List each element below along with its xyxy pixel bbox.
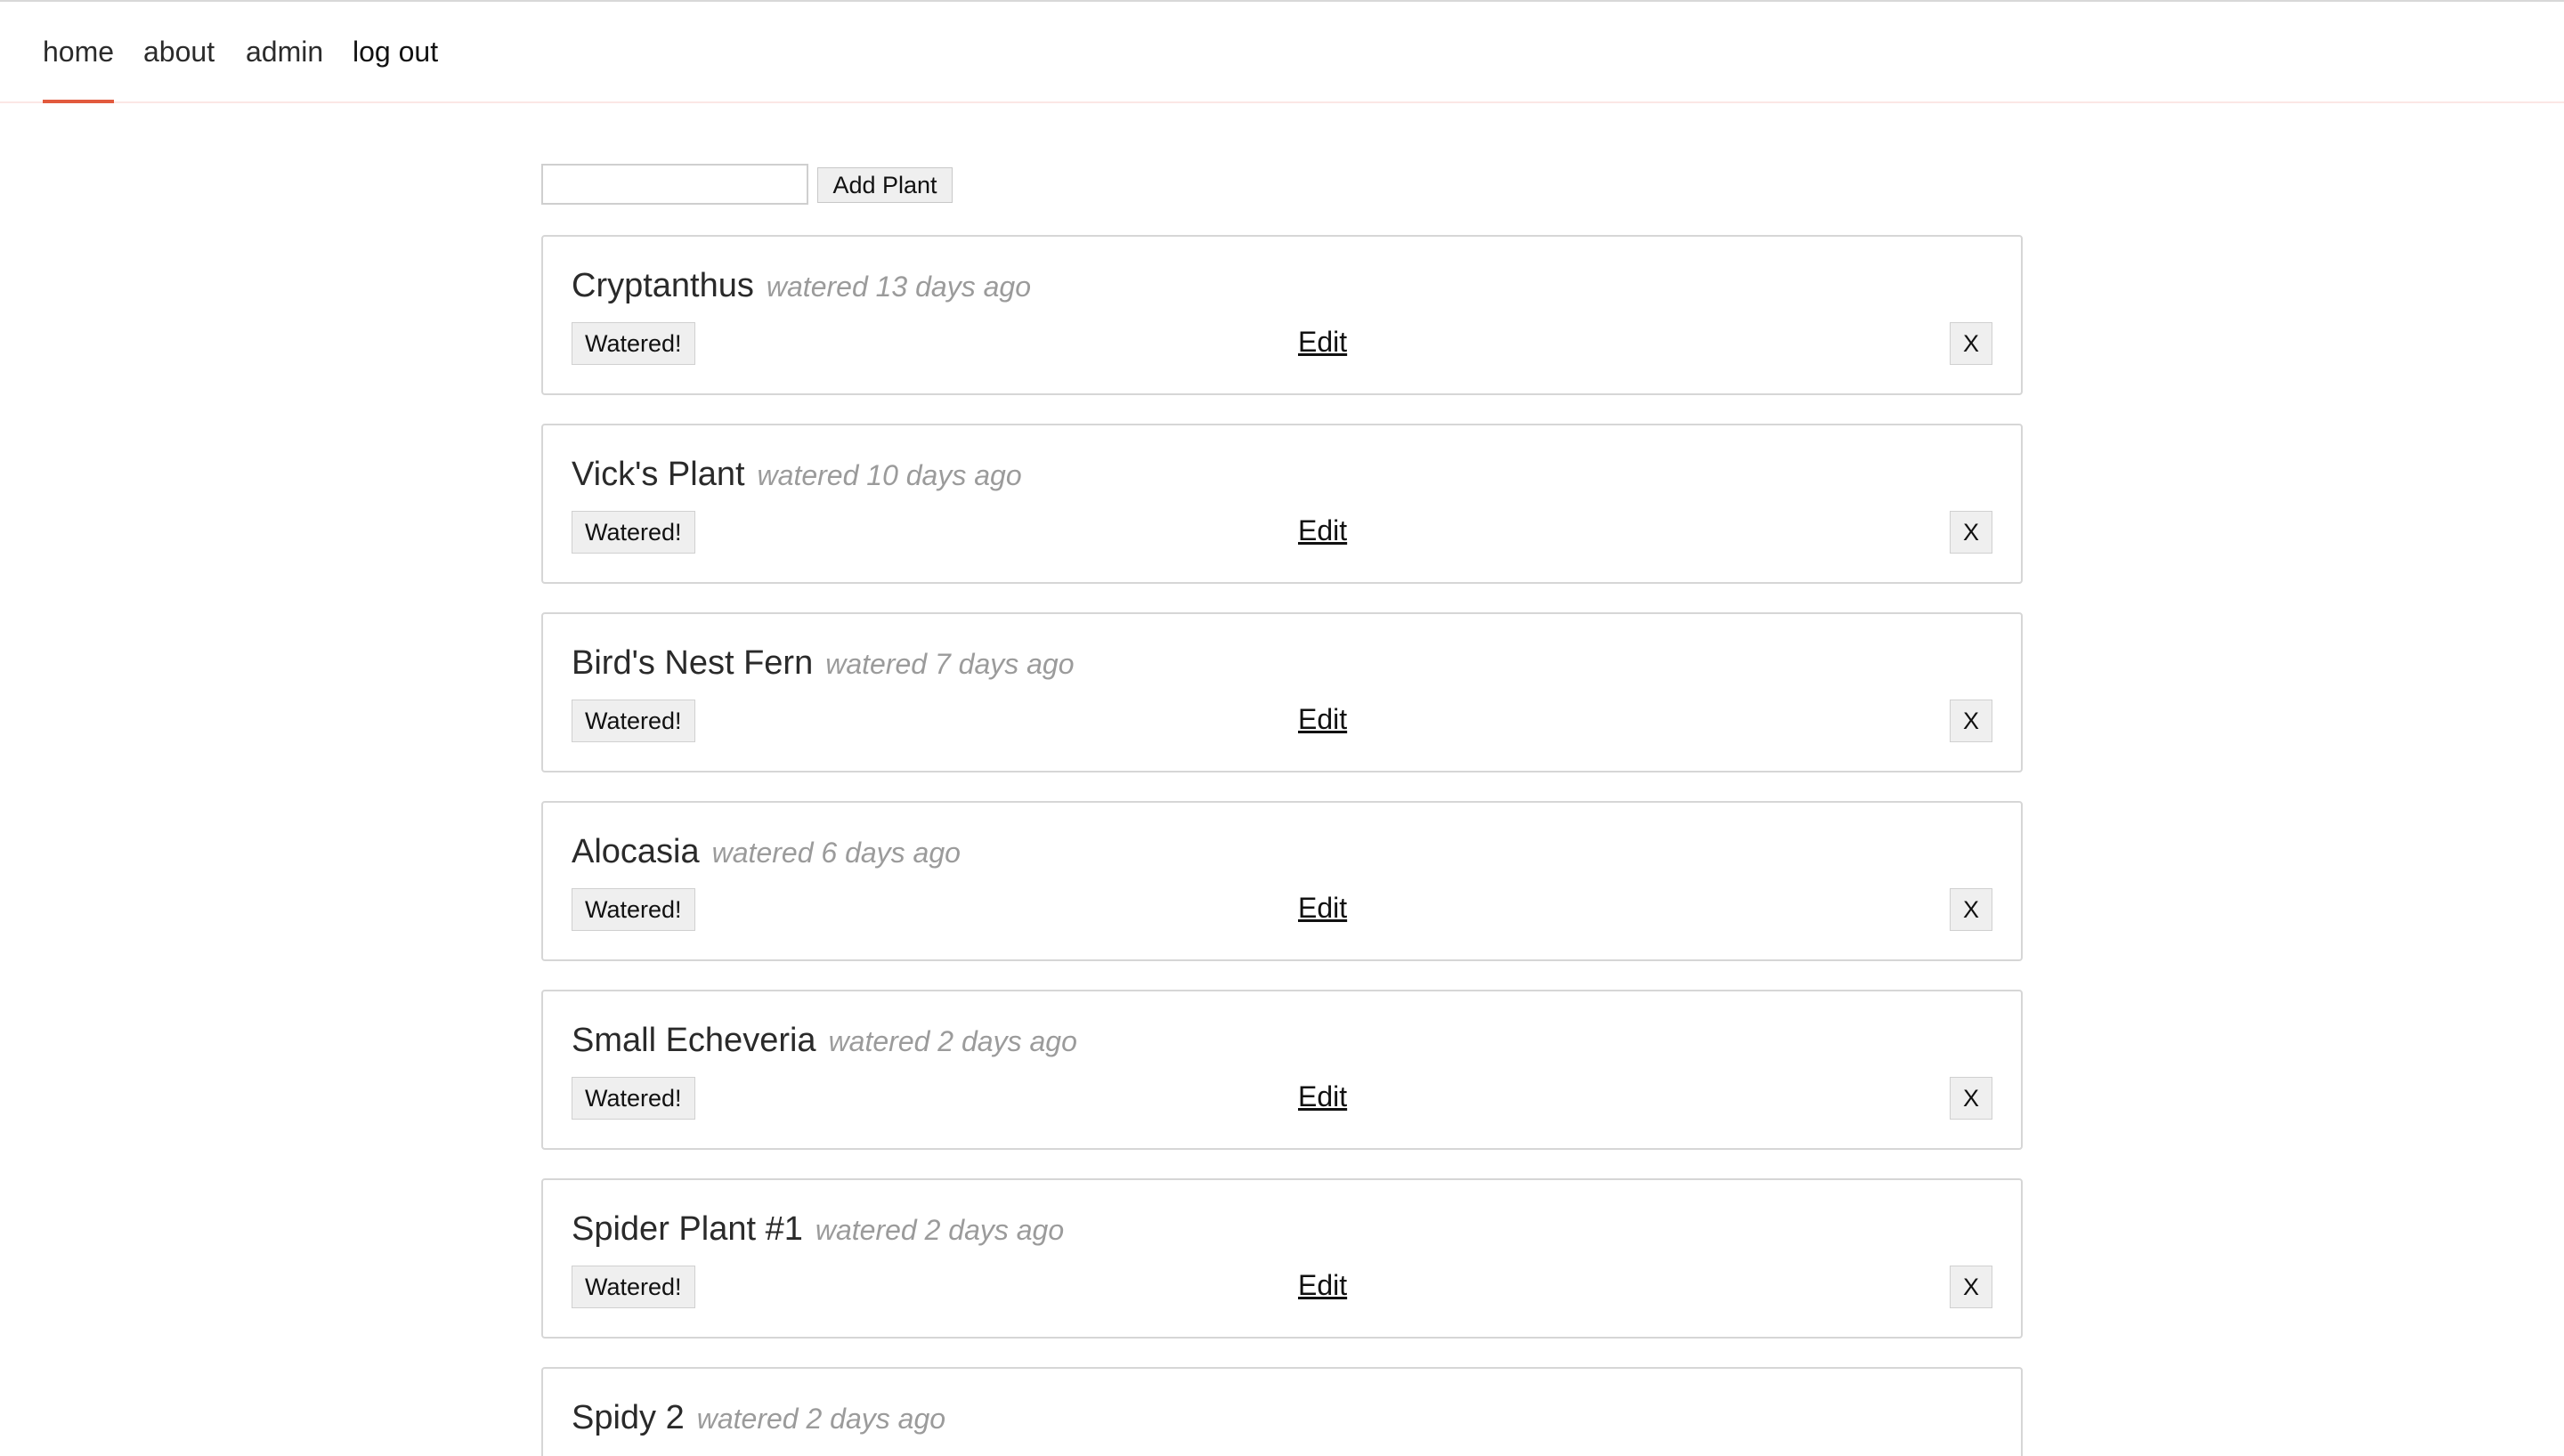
- watered-ago-text: watered 7 days ago: [825, 648, 1075, 680]
- watered-button[interactable]: Watered!: [572, 700, 695, 742]
- top-nav: home about admin log out: [0, 2, 2564, 103]
- delete-button[interactable]: X: [1950, 700, 1992, 742]
- delete-button[interactable]: X: [1950, 1266, 1992, 1308]
- delete-button[interactable]: X: [1950, 511, 1992, 554]
- plant-card: Alocasia watered 6 days ago Watered! Edit…: [541, 801, 2023, 961]
- edit-link[interactable]: Edit: [1298, 892, 1347, 925]
- watered-ago-text: watered 2 days ago: [828, 1025, 1077, 1057]
- plant-name: Alocasia: [572, 833, 700, 870]
- plant-name: Small Echeveria: [572, 1022, 816, 1059]
- plant-name: Cryptanthus: [572, 267, 754, 304]
- plant-list: Cryptanthus watered 13 days ago Watered! …: [541, 235, 2023, 1456]
- delete-button[interactable]: X: [1950, 322, 1992, 365]
- plant-card: Vick's Plant watered 10 days ago Watered!…: [541, 424, 2023, 584]
- delete-button[interactable]: X: [1950, 1077, 1992, 1120]
- plant-name: Bird's Nest Fern: [572, 644, 814, 682]
- add-plant-button[interactable]: Add Plant: [817, 167, 953, 203]
- edit-link[interactable]: Edit: [1298, 514, 1347, 547]
- watered-button[interactable]: Watered!: [572, 888, 695, 931]
- plant-card: Cryptanthus watered 13 days ago Watered! …: [541, 235, 2023, 395]
- nav-item-home[interactable]: home: [43, 2, 115, 103]
- watered-button[interactable]: Watered!: [572, 1077, 695, 1120]
- watered-ago-text: watered 6 days ago: [711, 837, 961, 869]
- plant-card: Spidy 2 watered 2 days ago: [541, 1367, 2023, 1456]
- delete-button[interactable]: X: [1950, 888, 1992, 931]
- plant-name: Spider Plant #1: [572, 1210, 803, 1248]
- plant-name: Vick's Plant: [572, 456, 745, 493]
- watered-ago-text: watered 10 days ago: [757, 459, 1022, 491]
- edit-link[interactable]: Edit: [1298, 1080, 1347, 1113]
- plant-name-input[interactable]: [541, 164, 808, 205]
- watered-button[interactable]: Watered!: [572, 1266, 695, 1308]
- plant-card: Small Echeveria watered 2 days ago Watere…: [541, 990, 2023, 1150]
- plant-name: Spidy 2: [572, 1399, 685, 1436]
- watered-ago-text: watered 2 days ago: [815, 1214, 1065, 1246]
- nav-item-admin[interactable]: admin: [246, 2, 323, 101]
- plant-card: Bird's Nest Fern watered 7 days ago Water…: [541, 612, 2023, 772]
- watered-button[interactable]: Watered!: [572, 511, 695, 554]
- watered-ago-text: watered 13 days ago: [766, 271, 1031, 303]
- nav-item-log-out[interactable]: log out: [353, 2, 438, 101]
- nav-item-about[interactable]: about: [143, 2, 215, 101]
- watered-button[interactable]: Watered!: [572, 322, 695, 365]
- edit-link[interactable]: Edit: [1298, 1269, 1347, 1302]
- edit-link[interactable]: Edit: [1298, 703, 1347, 736]
- plant-card: Spider Plant #1 watered 2 days ago Watere…: [541, 1178, 2023, 1339]
- edit-link[interactable]: Edit: [1298, 326, 1347, 359]
- watered-ago-text: watered 2 days ago: [696, 1403, 946, 1435]
